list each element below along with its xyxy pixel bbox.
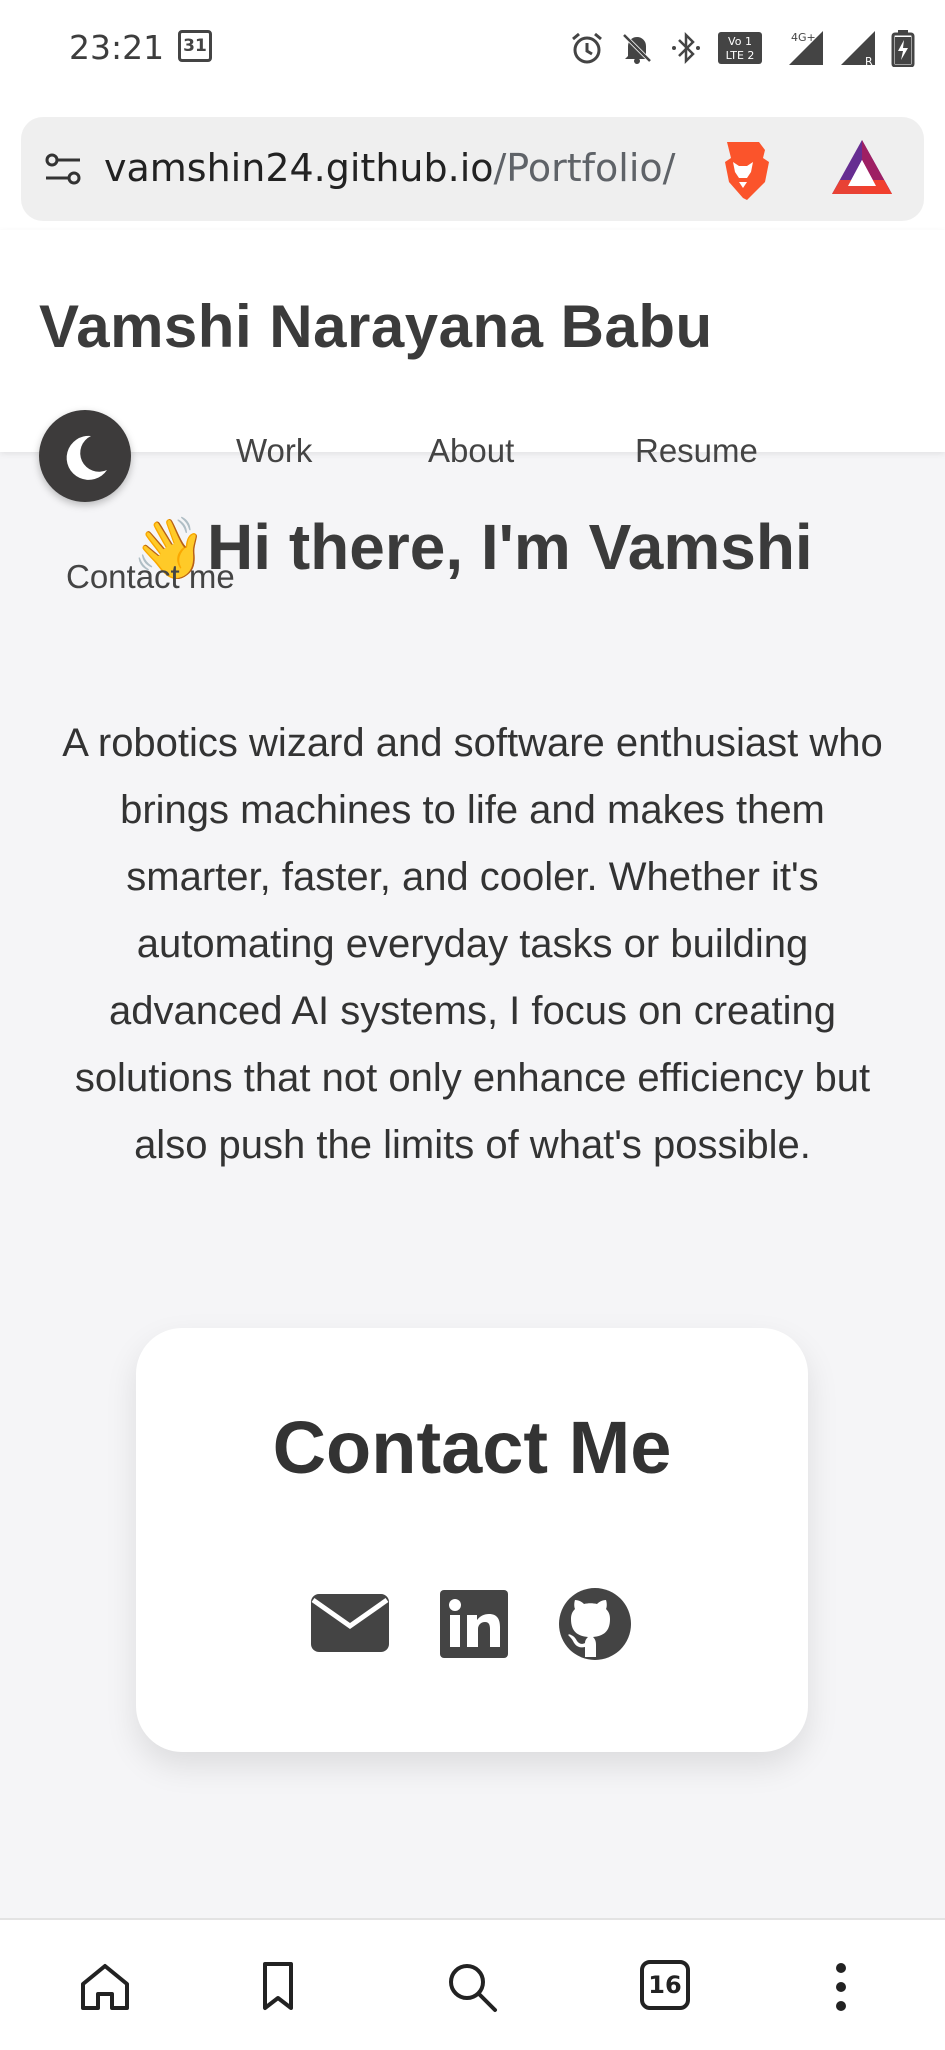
site-brand[interactable]: Vamshi Narayana Babu (39, 292, 713, 361)
4g-signal-icon: 4G+ (789, 31, 823, 65)
signal-roaming-icon: R (841, 31, 875, 67)
calendar-icon: 31 (178, 30, 212, 62)
hero-bio: A robotics wizard and software enthusias… (62, 721, 883, 1167)
nav-contact-link[interactable]: Contact me (66, 558, 235, 596)
more-menu-icon[interactable] (814, 1960, 868, 2014)
nav-resume-link[interactable]: Resume (635, 432, 758, 470)
bookmark-icon[interactable] (251, 1960, 305, 2014)
github-icon[interactable] (558, 1587, 632, 1661)
svg-text:LTE 2: LTE 2 (726, 49, 755, 62)
svg-text:R: R (865, 55, 873, 67)
contact-title: Contact Me (272, 1406, 672, 1489)
tab-switcher-button[interactable]: 16 (640, 1960, 690, 2010)
bat-rewards-icon[interactable] (830, 138, 894, 196)
nav-work-link[interactable]: Work (236, 432, 312, 470)
url-text[interactable]: vamshin24.github.io/Portfolio/ (104, 146, 675, 190)
url-domain: vamshin24.github.io (104, 146, 494, 190)
mute-icon (622, 33, 652, 64)
svg-text:4G+: 4G+ (791, 31, 816, 44)
battery-charging-icon (891, 30, 915, 67)
email-icon[interactable] (311, 1594, 389, 1652)
theme-toggle-button[interactable] (39, 410, 131, 502)
home-icon[interactable] (78, 1960, 132, 2014)
linkedin-icon[interactable] (440, 1590, 508, 1658)
status-icons: Vo 1 LTE 2 4G+ R (569, 26, 915, 70)
url-path: /Portfolio/ (493, 146, 676, 190)
status-time: 23:21 (69, 28, 165, 67)
search-icon[interactable] (445, 1960, 499, 2014)
nav-about-link[interactable]: About (428, 432, 514, 470)
moon-icon (66, 435, 107, 480)
bluetooth-icon (672, 31, 700, 65)
brave-shields-icon[interactable] (713, 138, 773, 204)
greeting-text: Hi there, I'm Vamshi (207, 511, 813, 583)
site-settings-icon[interactable] (42, 148, 84, 190)
alarm-icon (572, 32, 602, 64)
svg-text:Vo 1: Vo 1 (728, 35, 752, 48)
contact-card (136, 1328, 808, 1752)
volte-icon: Vo 1LTE 2 (718, 32, 762, 64)
